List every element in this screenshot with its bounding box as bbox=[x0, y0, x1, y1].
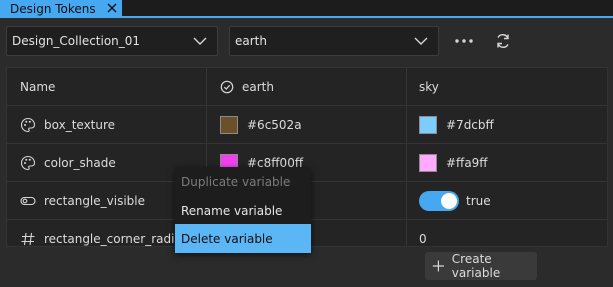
create-variable-button[interactable]: Create variable bbox=[425, 252, 537, 280]
table-header: Name earth sky bbox=[7, 68, 607, 106]
sky-value-cell[interactable]: #ffa9ff bbox=[407, 144, 607, 182]
sky-value-cell[interactable]: true bbox=[407, 182, 607, 220]
refresh-icon bbox=[497, 34, 509, 48]
mode-value: earth bbox=[235, 34, 267, 48]
collection-value: Design_Collection_01 bbox=[12, 34, 141, 48]
table-row[interactable]: box_texture #6c502a #7dcbff bbox=[7, 106, 607, 144]
more-horizontal-icon bbox=[455, 39, 473, 43]
refresh-button[interactable] bbox=[492, 30, 514, 52]
palette-icon bbox=[20, 117, 36, 133]
close-icon[interactable] bbox=[105, 1, 119, 15]
color-swatch[interactable] bbox=[419, 116, 437, 134]
check-circle-icon bbox=[220, 80, 234, 94]
chevron-down-icon bbox=[193, 37, 207, 45]
hash-icon bbox=[21, 232, 35, 246]
collection-dropdown[interactable]: Design_Collection_01 bbox=[6, 26, 218, 56]
color-swatch[interactable] bbox=[220, 116, 238, 134]
boolean-toggle[interactable] bbox=[419, 191, 459, 211]
context-menu: Duplicate variable Rename variable Delet… bbox=[175, 167, 311, 253]
bottom-bar: Create variable bbox=[0, 247, 613, 287]
color-swatch[interactable] bbox=[419, 154, 437, 172]
plus-icon bbox=[432, 260, 444, 272]
toolbar: Design_Collection_01 earth bbox=[0, 18, 613, 64]
tab-label: Design Tokens bbox=[10, 2, 96, 16]
header-name[interactable]: Name bbox=[7, 68, 207, 106]
toggle-icon bbox=[20, 196, 36, 206]
earth-value-cell[interactable]: #6c502a bbox=[207, 106, 407, 144]
palette-icon bbox=[20, 155, 36, 171]
menu-item-delete[interactable]: Delete variable bbox=[175, 224, 311, 253]
header-sky[interactable]: sky bbox=[407, 68, 607, 106]
mode-dropdown[interactable]: earth bbox=[229, 26, 439, 56]
menu-item-rename[interactable]: Rename variable bbox=[175, 196, 311, 225]
more-options-button[interactable] bbox=[453, 30, 475, 52]
menu-item-duplicate: Duplicate variable bbox=[181, 174, 291, 189]
tab-strip: Design Tokens bbox=[0, 0, 613, 18]
header-earth[interactable]: earth bbox=[207, 68, 407, 106]
chevron-down-icon bbox=[414, 37, 428, 45]
sky-value-cell[interactable]: 0 bbox=[407, 220, 607, 246]
variable-name-cell[interactable]: box_texture bbox=[7, 106, 207, 144]
toggle-knob bbox=[441, 193, 457, 209]
sky-value-cell[interactable]: #7dcbff bbox=[407, 106, 607, 144]
